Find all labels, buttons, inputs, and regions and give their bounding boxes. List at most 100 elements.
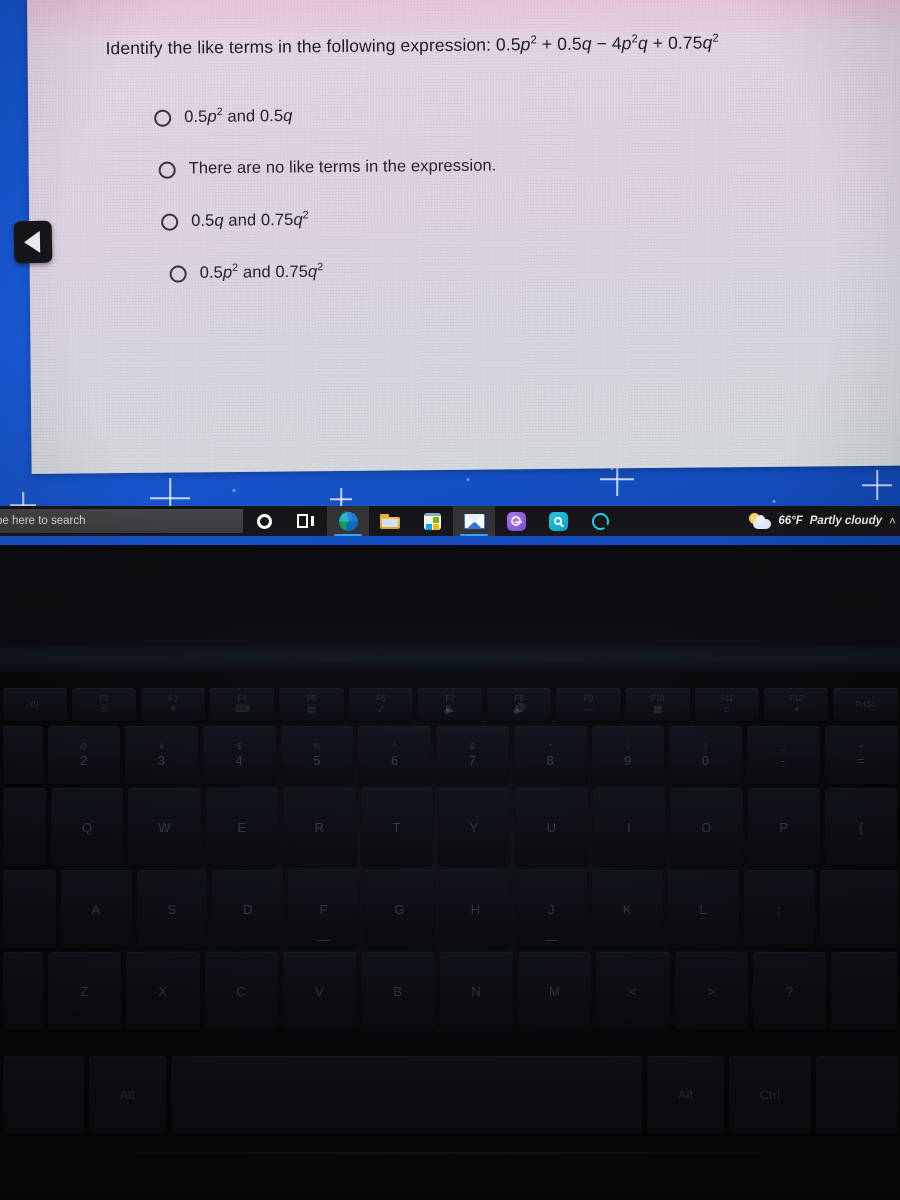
key-primary-label: 5 — [313, 753, 321, 768]
key-shift-right[interactable] — [831, 952, 898, 1030]
key-:[interactable]: : — [743, 870, 815, 948]
laptop-screen: Identify the like terms in the following… — [0, 0, 900, 545]
key-primary-label: H — [470, 901, 481, 917]
key-shift-left[interactable] — [2, 952, 43, 1030]
key-3[interactable]: #3 — [125, 726, 198, 784]
key-fn-glyph-icon: ▦ — [653, 704, 663, 715]
key-d[interactable]: D — [212, 870, 284, 948]
key-m[interactable]: M — [518, 952, 592, 1030]
task-view-icon[interactable] — [285, 506, 327, 536]
key-b[interactable]: B — [361, 952, 435, 1030]
key-5[interactable]: % 5 — [280, 726, 354, 784]
key-capslock[interactable] — [2, 870, 56, 948]
key-s[interactable]: S — [136, 870, 208, 948]
radio-button-a[interactable] — [154, 109, 172, 127]
key-2[interactable]: @2 — [47, 726, 121, 784]
key-modifier-0[interactable] — [2, 1056, 85, 1134]
radio-button-d[interactable] — [169, 265, 187, 283]
key-e[interactable]: E — [205, 788, 279, 866]
key-f5[interactable]: F5 ▤ — [279, 688, 344, 721]
key-enter[interactable] — [819, 870, 898, 948]
key-shift-label: _ — [781, 742, 786, 751]
answer-option-a[interactable]: 0.5p2 and 0.5q — [154, 101, 792, 128]
key-h[interactable]: H — [440, 870, 512, 948]
key-7[interactable]: & 7 — [436, 726, 509, 784]
key-shift-label: & — [469, 742, 476, 751]
answer-option-b[interactable]: There are no like terms in the expressio… — [158, 153, 793, 180]
search-input[interactable]: pe here to search — [0, 509, 243, 533]
key-6[interactable]: ^ 6 — [358, 726, 432, 784]
answer-option-d[interactable]: 0.5p2 and 0.75q2 — [169, 257, 794, 284]
key-o[interactable]: O — [670, 788, 743, 866]
key-f11[interactable]: F11 ⌂ — [694, 688, 760, 721]
key-r[interactable]: R — [283, 788, 356, 866]
key-9[interactable]: (9 — [591, 726, 665, 784]
key-w[interactable]: W — [128, 788, 201, 866]
key-ctrl[interactable]: Ctrl — [729, 1056, 811, 1134]
key-i[interactable]: I — [592, 788, 666, 866]
key-f2[interactable]: F2 ☉ — [71, 688, 136, 721]
key-y[interactable]: Y — [437, 788, 511, 866]
mail-icon[interactable] — [453, 506, 495, 536]
key-{[interactable]: { — [825, 788, 898, 866]
key-g[interactable]: G — [364, 870, 436, 948]
key-c[interactable]: C — [204, 952, 278, 1030]
key-j[interactable]: J — [516, 870, 587, 948]
key-f8[interactable]: F8 🔊 — [487, 688, 552, 721]
key-f6[interactable]: F6 ⤦ — [348, 688, 413, 721]
key-modifier-5[interactable] — [815, 1056, 898, 1134]
key-primary-label: O — [701, 819, 712, 835]
key--[interactable]: _ - — [747, 726, 820, 784]
key-l[interactable]: L — [667, 870, 739, 948]
key-period[interactable]: > — [674, 952, 749, 1030]
chevron-up-icon[interactable]: ˄ — [889, 514, 896, 528]
key-slash[interactable]: ? — [753, 952, 827, 1030]
key-f10[interactable]: F10 ▦ — [625, 688, 690, 721]
purple-circle-icon — [506, 511, 526, 531]
key-f7[interactable]: F7 🔈 — [417, 688, 483, 721]
key-u[interactable]: U — [515, 788, 588, 866]
key-8[interactable]: * 8 — [513, 726, 587, 784]
purple-app-icon[interactable] — [495, 506, 537, 536]
key-n[interactable]: N — [439, 952, 513, 1030]
key-a[interactable]: A — [60, 870, 132, 948]
key-4[interactable]: $4 — [202, 726, 276, 784]
key-primary-label: D — [242, 901, 253, 917]
key-f3[interactable]: F3 ☀ — [140, 688, 206, 721]
key-alt-right[interactable]: Alt — [647, 1056, 725, 1134]
key-q[interactable]: Q — [50, 788, 124, 866]
answer-option-c[interactable]: 0.5q and 0.75q2 — [161, 204, 793, 231]
key-=[interactable]: + = — [824, 726, 898, 784]
microsoft-store-icon[interactable] — [411, 506, 453, 536]
key-power[interactable]: ⏻ — [2, 688, 67, 721]
key-x[interactable]: X — [126, 952, 200, 1030]
key-primary-label: = — [857, 753, 866, 768]
cortana-icon[interactable] — [243, 506, 285, 536]
key-k[interactable]: K — [591, 870, 663, 948]
key-p[interactable]: P — [747, 788, 821, 866]
key-alt-left[interactable]: Alt — [89, 1056, 167, 1134]
key-prtsc[interactable]: PrtSc — [833, 688, 898, 721]
key-z[interactable]: Z — [47, 952, 122, 1030]
key-0[interactable]: ) 0 — [669, 726, 743, 784]
back-button[interactable] — [13, 220, 53, 264]
key-f[interactable]: F — [288, 870, 360, 948]
key-t[interactable]: T — [360, 788, 433, 866]
key-space[interactable] — [171, 1056, 643, 1134]
weather-widget[interactable]: 66°F Partly cloudy — [749, 513, 882, 529]
teal-search-icon[interactable] — [537, 506, 579, 536]
radio-button-c[interactable] — [161, 213, 179, 231]
key-f12[interactable]: F12 ◑ — [764, 688, 829, 721]
file-explorer-icon[interactable] — [369, 506, 411, 536]
key-primary-label: J — [547, 901, 555, 917]
edge-icon[interactable] — [327, 506, 369, 536]
key-f4[interactable]: F4 ⌨ — [210, 688, 275, 721]
key-comma[interactable]: < — [596, 952, 670, 1030]
key-v[interactable]: V — [282, 952, 357, 1030]
alexa-icon[interactable] — [579, 506, 621, 536]
key-shift-label: @ — [79, 742, 88, 751]
radio-button-b[interactable] — [158, 161, 176, 179]
key-f9[interactable]: F9— — [556, 688, 621, 721]
key-tab[interactable] — [2, 788, 46, 866]
key-one[interactable] — [2, 726, 43, 784]
